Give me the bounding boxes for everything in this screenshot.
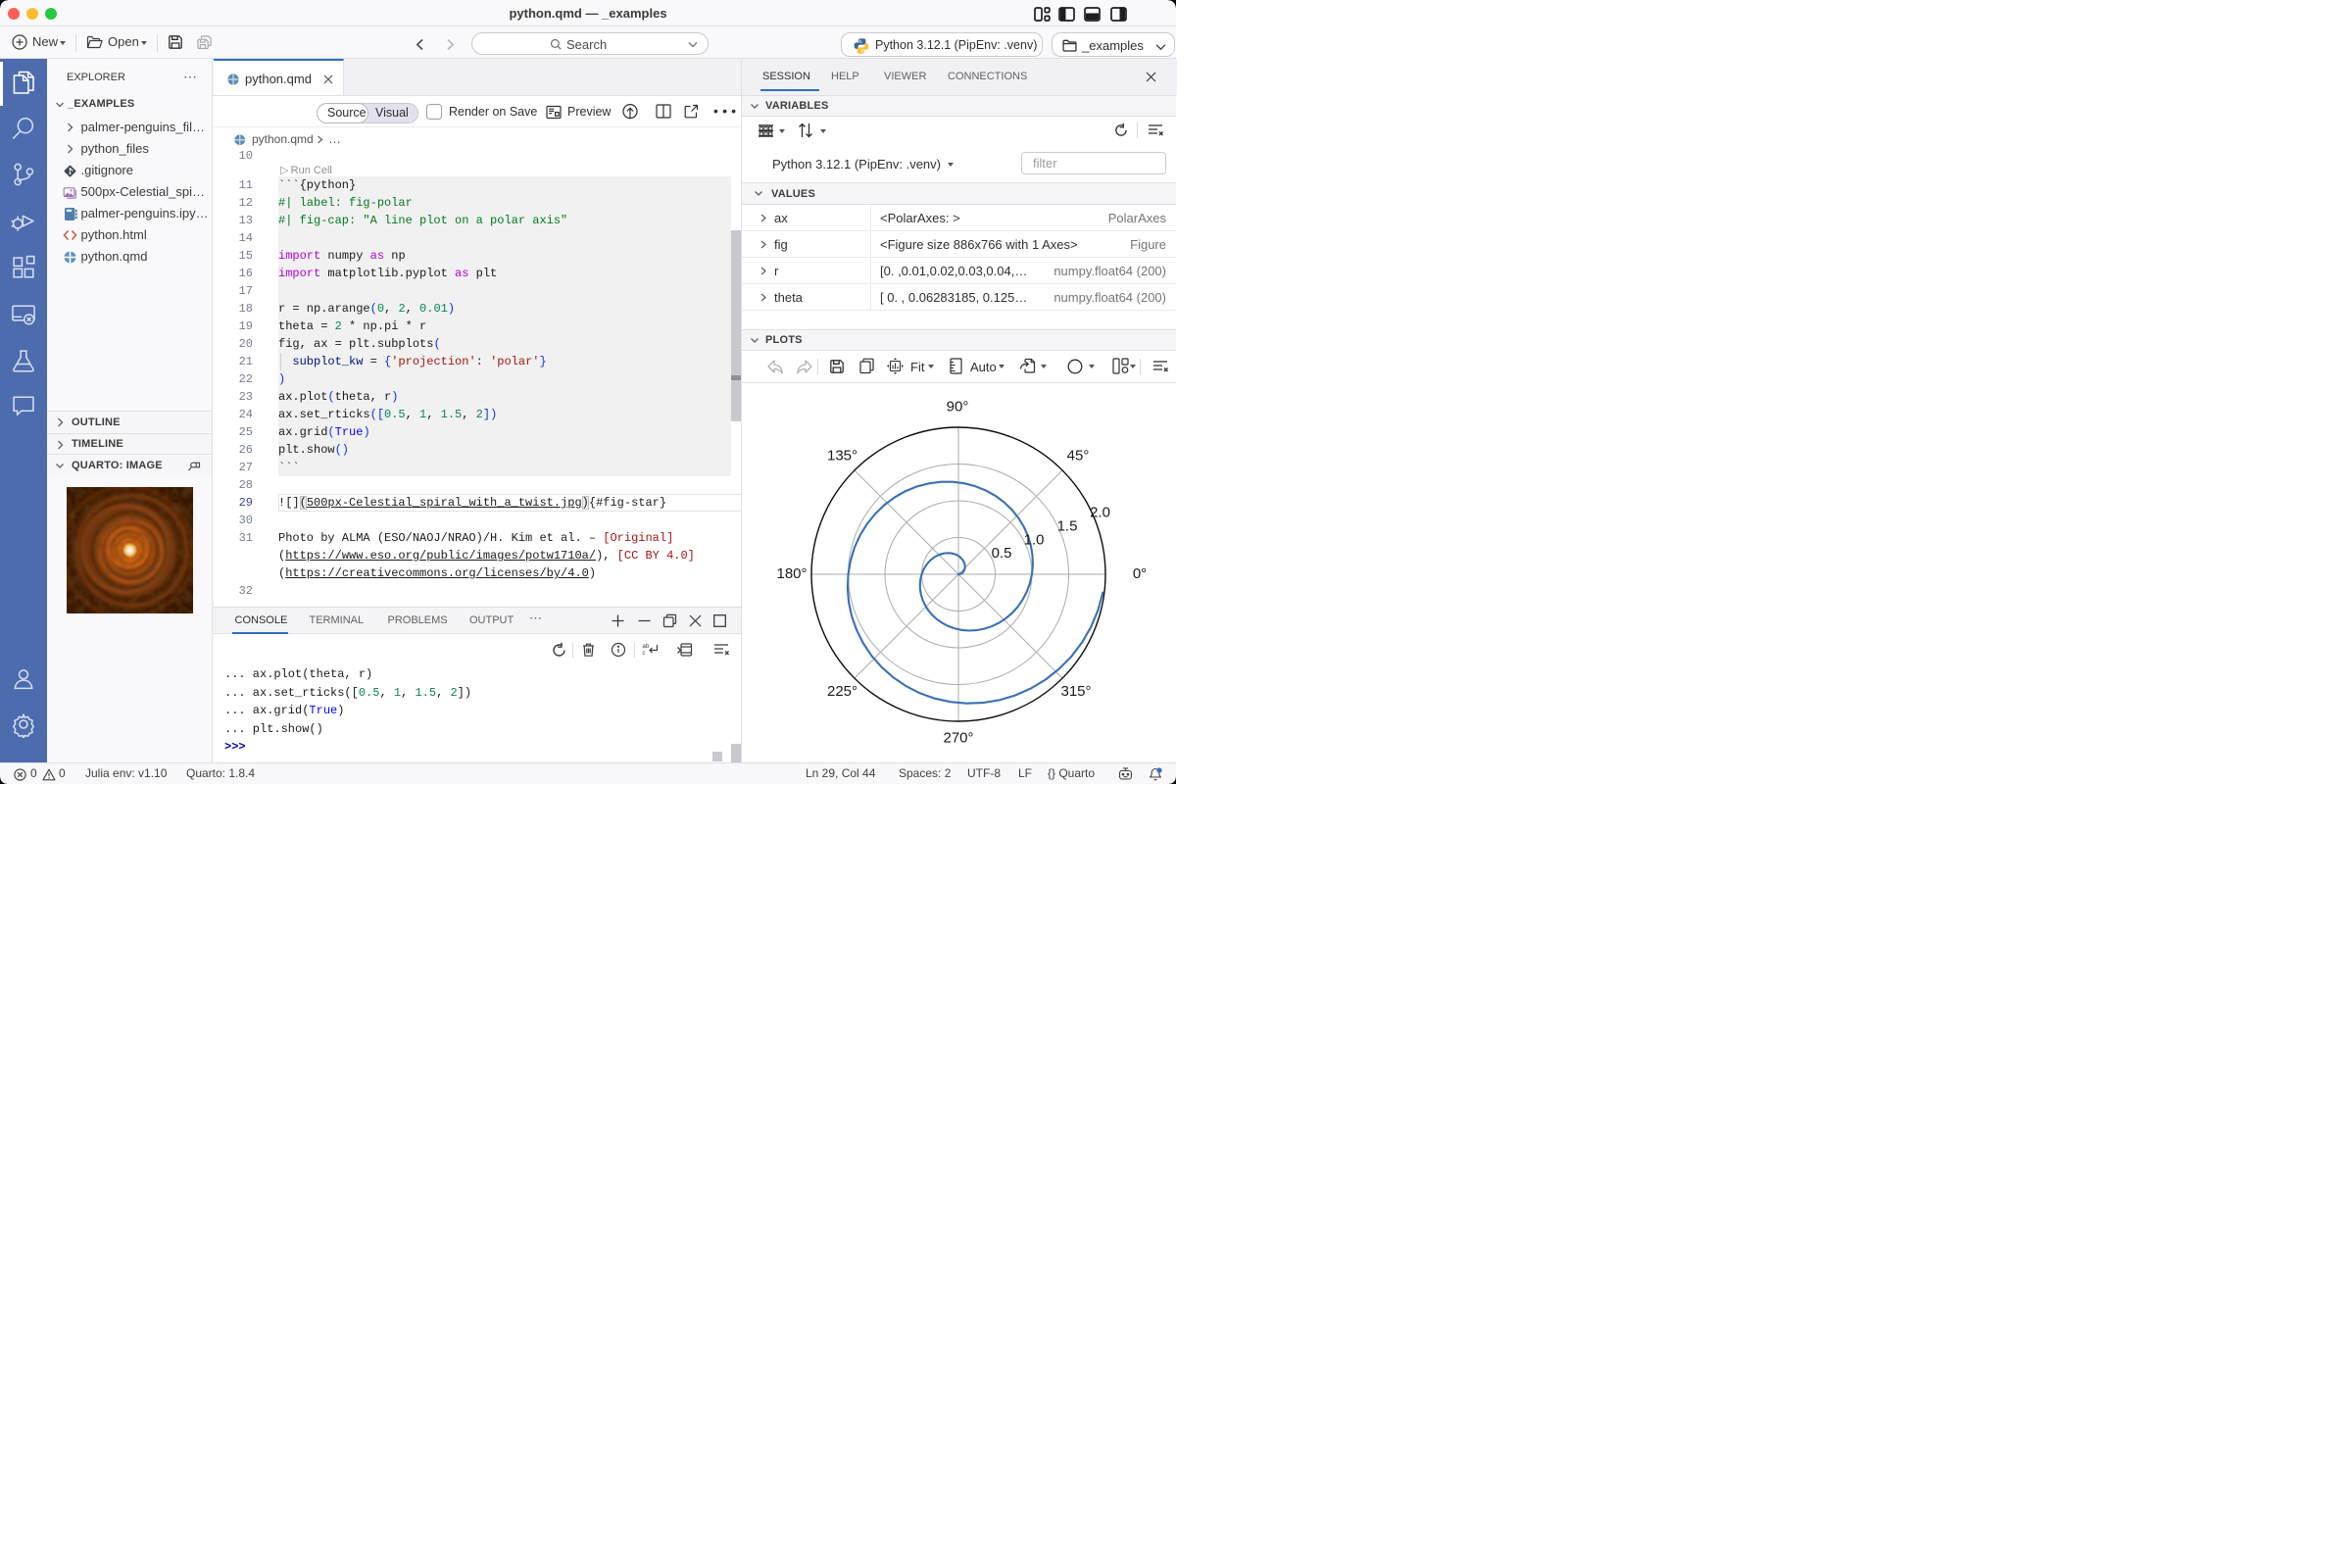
svg-text:1.5: 1.5 (1057, 518, 1078, 535)
svg-text:315°: 315° (1060, 683, 1091, 700)
svg-text:1.0: 1.0 (1024, 532, 1045, 549)
svg-text:ab: ab (643, 644, 650, 650)
svg-text:0.5: 0.5 (992, 545, 1012, 562)
svg-text:90°: 90° (947, 399, 969, 416)
svg-text:135°: 135° (827, 448, 858, 465)
svg-text:45°: 45° (1067, 448, 1090, 465)
svg-text:270°: 270° (943, 730, 973, 747)
svg-text:2.0: 2.0 (1090, 505, 1110, 521)
svg-text:0°: 0° (1133, 565, 1147, 582)
svg-text:225°: 225° (827, 683, 858, 700)
svg-text:c: c (643, 651, 646, 657)
svg-text:180°: 180° (776, 565, 807, 582)
